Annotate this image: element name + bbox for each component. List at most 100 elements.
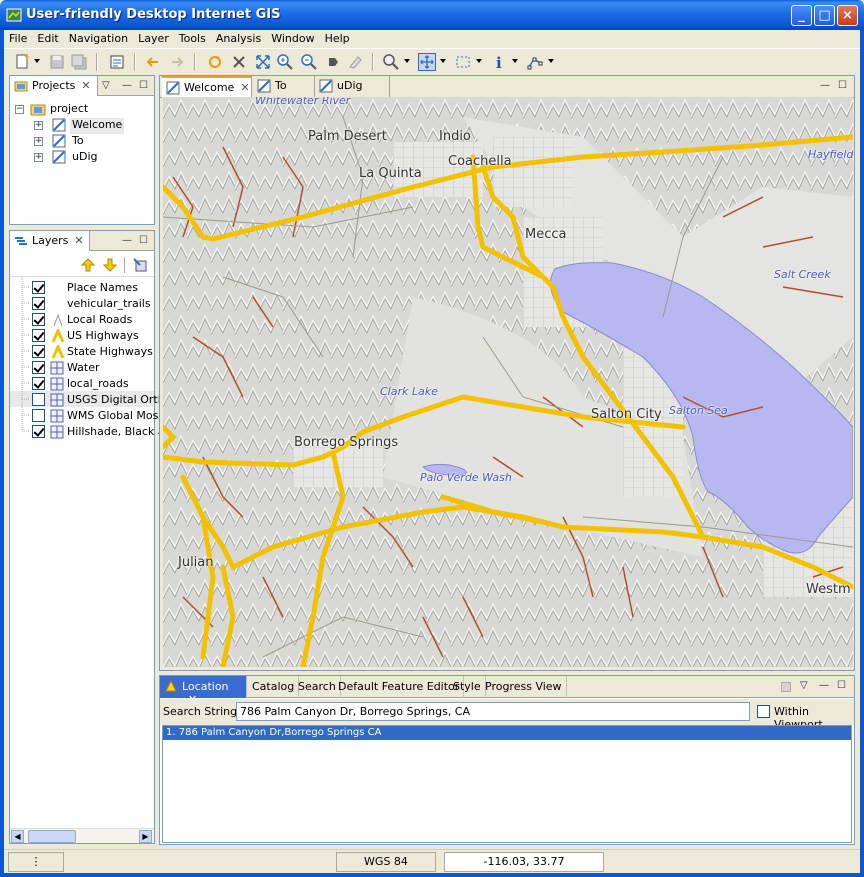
layer-visibility-checkbox[interactable]	[32, 425, 45, 438]
layers-toolbar	[10, 253, 154, 277]
select-dropdown-icon[interactable]	[476, 59, 482, 63]
menu-help[interactable]: Help	[320, 30, 355, 47]
expand-icon[interactable]: +	[34, 121, 43, 130]
tree-map-udig[interactable]: uDig	[72, 150, 97, 166]
zoom-tool-icon[interactable]	[382, 53, 400, 71]
layer-visibility-checkbox[interactable]	[32, 297, 45, 310]
layer-row[interactable]: USGS Digital Ortho	[10, 391, 171, 407]
layer-row[interactable]: Local Roads	[10, 311, 154, 327]
close-window-button[interactable]: ×	[837, 5, 858, 26]
zoom-extent-icon[interactable]	[254, 53, 272, 71]
menu-file[interactable]: File	[4, 30, 32, 47]
back-icon[interactable]	[144, 53, 162, 71]
window-title: User-friendly Desktop Internet GIS	[26, 7, 281, 22]
tab-location[interactable]: Location ✕	[160, 676, 247, 706]
layer-visibility-checkbox[interactable]	[32, 377, 45, 390]
tree-map-welcome[interactable]: Welcome	[70, 118, 125, 134]
layer-row[interactable]: WMS Global Mosai	[10, 407, 168, 423]
tab-udig[interactable]: uDig	[315, 76, 390, 98]
scroll-right-icon[interactable]: ▶	[139, 830, 152, 843]
crs-indicator[interactable]: WGS 84	[336, 852, 436, 872]
forward-icon[interactable]	[168, 53, 186, 71]
within-viewport-checkbox[interactable]	[757, 705, 770, 718]
expand-icon[interactable]: +	[34, 153, 43, 162]
layer-visibility-checkbox[interactable]	[32, 345, 45, 358]
zoom-in-icon[interactable]	[276, 53, 294, 71]
expand-icon[interactable]: +	[34, 137, 43, 146]
layer-visibility-checkbox[interactable]	[32, 329, 45, 342]
layer-row[interactable]: Hillshade, Black ar	[10, 423, 169, 439]
layers-horizontal-scrollbar[interactable]: ◀ ▶	[10, 828, 154, 843]
tab-projects[interactable]: Projects ✕	[10, 76, 98, 96]
close-icon[interactable]: ✕	[240, 81, 249, 94]
tree-map-to[interactable]: To	[72, 134, 84, 150]
layer-row[interactable]: State Highways	[10, 343, 154, 359]
tab-layers[interactable]: Layers ✕	[10, 231, 90, 251]
layer-row[interactable]: Water	[10, 359, 154, 375]
layer-row[interactable]: vehicular_trails	[10, 295, 154, 311]
pan-tool-icon[interactable]	[418, 53, 436, 71]
maximize-view-icon[interactable]: ☐	[139, 235, 148, 246]
move-down-icon[interactable]	[102, 257, 118, 273]
pan-tool-dropdown-icon[interactable]	[440, 59, 446, 63]
layer-visibility-checkbox[interactable]	[32, 361, 45, 374]
layer-row[interactable]: local_roads	[10, 375, 154, 391]
layer-row[interactable]: Place Names	[10, 279, 154, 295]
menu-analysis[interactable]: Analysis	[211, 30, 266, 47]
zoom-out-icon[interactable]	[300, 53, 318, 71]
map-canvas[interactable]: Palm Desert Indio Coachella La Quinta Me…	[163, 97, 853, 667]
zoom-tool-dropdown-icon[interactable]	[404, 59, 410, 63]
tree-project[interactable]: project	[50, 102, 88, 118]
minimize-view-icon[interactable]: —	[820, 80, 830, 91]
maximize-button[interactable]: □	[814, 5, 835, 26]
menu-navigation[interactable]: Navigation	[64, 30, 133, 47]
menu-layer[interactable]: Layer	[133, 30, 174, 47]
properties-icon[interactable]	[108, 53, 126, 71]
tab-default-feature-editor[interactable]: Default Feature Editor	[334, 676, 465, 698]
select-box-icon[interactable]	[454, 53, 472, 71]
tab-to[interactable]: To	[253, 76, 315, 98]
stop-icon[interactable]	[230, 53, 248, 71]
result-item[interactable]: 1. 786 Palm Canyon Dr,Borrego Springs CA	[163, 726, 851, 740]
menu-tools[interactable]: Tools	[174, 30, 211, 47]
view-menu-icon[interactable]: ▽	[800, 680, 808, 691]
tab-progress-view[interactable]: Progress View	[481, 676, 567, 698]
refresh-icon[interactable]	[206, 53, 224, 71]
layer-visibility-checkbox[interactable]	[32, 313, 45, 326]
tab-welcome[interactable]: Welcome ✕	[162, 76, 252, 98]
save-all-icon[interactable]	[70, 53, 88, 71]
edit-tool-icon[interactable]	[526, 53, 544, 71]
close-icon[interactable]: ✕	[74, 234, 83, 247]
close-icon[interactable]: ✕	[81, 79, 90, 92]
next-icon[interactable]	[324, 53, 342, 71]
layer-visibility-checkbox[interactable]	[32, 409, 45, 422]
tab-catalog[interactable]: Catalog	[248, 676, 300, 698]
save-icon[interactable]	[48, 53, 66, 71]
minimize-view-icon[interactable]: —	[122, 80, 132, 91]
collapse-icon[interactable]: −	[15, 105, 24, 114]
search-input[interactable]	[236, 702, 750, 721]
maximize-view-icon[interactable]: ☐	[139, 80, 148, 91]
minimize-button[interactable]: _	[791, 5, 812, 26]
layer-row[interactable]: US Highways	[10, 327, 154, 343]
add-layer-icon[interactable]	[132, 257, 148, 273]
new-dropdown-icon[interactable]	[34, 59, 40, 63]
move-up-icon[interactable]	[80, 257, 96, 273]
menu-edit[interactable]: Edit	[32, 30, 63, 47]
layer-visibility-checkbox[interactable]	[32, 393, 45, 406]
scroll-thumb[interactable]	[28, 830, 76, 843]
maximize-view-icon[interactable]: ☐	[837, 680, 846, 691]
layer-visibility-checkbox[interactable]	[32, 281, 45, 294]
new-icon[interactable]	[14, 53, 32, 71]
stop-icon[interactable]	[781, 682, 791, 692]
minimize-view-icon[interactable]: —	[122, 235, 132, 246]
maximize-view-icon[interactable]: ☐	[838, 80, 847, 91]
edit-dropdown-icon[interactable]	[548, 59, 554, 63]
eraser-icon[interactable]	[346, 53, 364, 71]
info-dropdown-icon[interactable]	[512, 59, 518, 63]
menu-window[interactable]: Window	[266, 30, 319, 47]
view-menu-icon[interactable]: ▽	[102, 80, 110, 91]
scroll-left-icon[interactable]: ◀	[11, 830, 24, 843]
info-icon[interactable]: i	[490, 53, 508, 71]
minimize-view-icon[interactable]: —	[819, 680, 829, 691]
